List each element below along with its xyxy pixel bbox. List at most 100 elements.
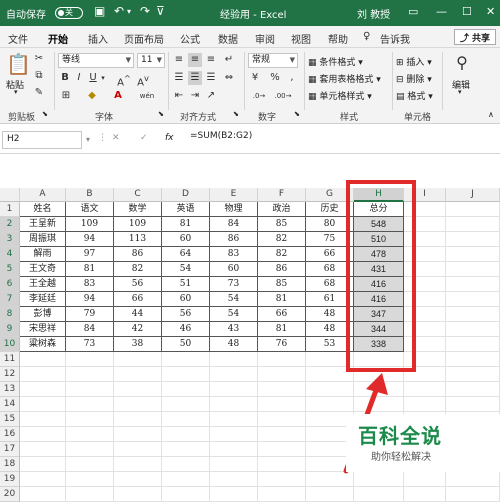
cell-b5[interactable]: 81 — [66, 262, 114, 277]
cell-b20[interactable] — [66, 487, 114, 502]
row-header-18[interactable]: 18 — [0, 457, 20, 472]
row-header-19[interactable]: 19 — [0, 472, 20, 487]
cell-a5[interactable]: 王文奇 — [20, 262, 66, 277]
cell-i19[interactable] — [404, 472, 446, 487]
cell-c9[interactable]: 42 — [114, 322, 162, 337]
cell-b7[interactable]: 94 — [66, 292, 114, 307]
ribbon-display-icon[interactable]: ▭ — [408, 5, 418, 18]
cell-f4[interactable]: 82 — [258, 247, 306, 262]
cell-d19[interactable] — [162, 472, 210, 487]
cell-e16[interactable] — [210, 427, 258, 442]
cell-c7[interactable]: 66 — [114, 292, 162, 307]
cell-d5[interactable]: 54 — [162, 262, 210, 277]
cell-d1[interactable]: 英语 — [162, 202, 210, 217]
align-top-icon[interactable]: ≡ — [172, 53, 186, 67]
cell-a2[interactable]: 王呈新 — [20, 217, 66, 232]
cell-b16[interactable] — [66, 427, 114, 442]
cell-e4[interactable]: 83 — [210, 247, 258, 262]
cell-f6[interactable]: 85 — [258, 277, 306, 292]
row-header-1[interactable]: 1 — [0, 202, 20, 217]
cell-f18[interactable] — [258, 457, 306, 472]
cell-c2[interactable]: 109 — [114, 217, 162, 232]
tab-home[interactable]: 开始 — [48, 31, 68, 51]
row-header-8[interactable]: 8 — [0, 307, 20, 322]
cell-styles-button[interactable]: ▦ 单元格样式 ▾ — [308, 89, 372, 102]
paste-dropdown-icon[interactable]: ▾ — [14, 88, 18, 96]
user-name[interactable]: 刘 教授 — [357, 6, 390, 21]
decrease-decimal-icon[interactable]: .00→ — [274, 89, 292, 103]
column-header-f[interactable]: F — [258, 188, 306, 202]
cell-b3[interactable]: 94 — [66, 232, 114, 247]
search-icon[interactable]: ⚲ — [452, 54, 472, 72]
cell-c13[interactable] — [114, 382, 162, 397]
number-format-dropdown[interactable]: 常规 ▼ — [248, 53, 298, 68]
tab-review[interactable]: 审阅 — [255, 31, 275, 46]
cell-c15[interactable] — [114, 412, 162, 427]
column-header-d[interactable]: D — [162, 188, 210, 202]
cell-b4[interactable]: 97 — [66, 247, 114, 262]
cell-e11[interactable] — [210, 352, 258, 367]
save-icon[interactable]: ▣ — [94, 4, 105, 18]
cell-d7[interactable]: 60 — [162, 292, 210, 307]
cell-c6[interactable]: 56 — [114, 277, 162, 292]
cell-d10[interactable]: 50 — [162, 337, 210, 352]
tell-me-search[interactable]: 告诉我 — [380, 31, 410, 46]
fill-color-icon[interactable]: ◆ — [85, 89, 99, 103]
tab-file[interactable]: 文件 — [8, 31, 28, 46]
select-all-corner[interactable] — [0, 188, 20, 202]
cell-j5[interactable] — [446, 262, 500, 277]
wrap-text-icon[interactable]: ↵ — [222, 53, 236, 67]
cell-i20[interactable] — [404, 487, 446, 502]
tab-insert[interactable]: 插入 — [88, 31, 108, 46]
close-icon[interactable]: ✕ — [486, 5, 495, 18]
row-header-20[interactable]: 20 — [0, 487, 20, 502]
cell-e9[interactable]: 43 — [210, 322, 258, 337]
cell-j1[interactable] — [446, 202, 500, 217]
cell-d8[interactable]: 56 — [162, 307, 210, 322]
cell-b8[interactable]: 79 — [66, 307, 114, 322]
cell-d18[interactable] — [162, 457, 210, 472]
cell-b12[interactable] — [66, 367, 114, 382]
cell-c12[interactable] — [114, 367, 162, 382]
cell-c8[interactable]: 44 — [114, 307, 162, 322]
cell-f12[interactable] — [258, 367, 306, 382]
insert-cells-button[interactable]: ⊞ 插入 ▾ — [396, 55, 432, 68]
row-header-16[interactable]: 16 — [0, 427, 20, 442]
borders-icon[interactable]: ⊞ — [59, 89, 73, 103]
cell-a20[interactable] — [20, 487, 66, 502]
cell-d4[interactable]: 64 — [162, 247, 210, 262]
increase-font-icon[interactable]: A^ — [117, 71, 131, 90]
cell-a19[interactable] — [20, 472, 66, 487]
tab-formulas[interactable]: 公式 — [180, 31, 200, 46]
customize-toolbar-icon[interactable]: ⊽ — [156, 4, 165, 18]
comma-icon[interactable]: , — [286, 71, 298, 85]
cell-c17[interactable] — [114, 442, 162, 457]
phonetic-guide-icon[interactable]: wén — [138, 89, 156, 103]
cell-c14[interactable] — [114, 397, 162, 412]
cell-b17[interactable] — [66, 442, 114, 457]
align-right-icon[interactable]: ☰ — [204, 71, 218, 85]
row-header-15[interactable]: 15 — [0, 412, 20, 427]
row-header-17[interactable]: 17 — [0, 442, 20, 457]
cell-a13[interactable] — [20, 382, 66, 397]
delete-cells-button[interactable]: ⊟ 删除 ▾ — [396, 72, 432, 85]
currency-icon[interactable]: ¥ — [248, 71, 262, 85]
row-header-13[interactable]: 13 — [0, 382, 20, 397]
cell-j10[interactable] — [446, 337, 500, 352]
cell-e14[interactable] — [210, 397, 258, 412]
cell-d6[interactable]: 51 — [162, 277, 210, 292]
font-name-dropdown[interactable]: 等线 ▼ — [58, 53, 134, 68]
row-header-11[interactable]: 11 — [0, 352, 20, 367]
cell-b6[interactable]: 83 — [66, 277, 114, 292]
cell-j6[interactable] — [446, 277, 500, 292]
cell-f1[interactable]: 政治 — [258, 202, 306, 217]
cut-icon[interactable]: ✂ — [32, 52, 46, 66]
cell-e12[interactable] — [210, 367, 258, 382]
paste-icon[interactable]: 📋 — [6, 54, 31, 74]
cancel-icon[interactable]: ✕ — [112, 133, 120, 143]
bold-icon[interactable]: B — [59, 71, 71, 85]
cell-e15[interactable] — [210, 412, 258, 427]
cell-a7[interactable]: 李延廷 — [20, 292, 66, 307]
cell-a3[interactable]: 周振琪 — [20, 232, 66, 247]
minimize-icon[interactable]: — — [436, 5, 447, 18]
